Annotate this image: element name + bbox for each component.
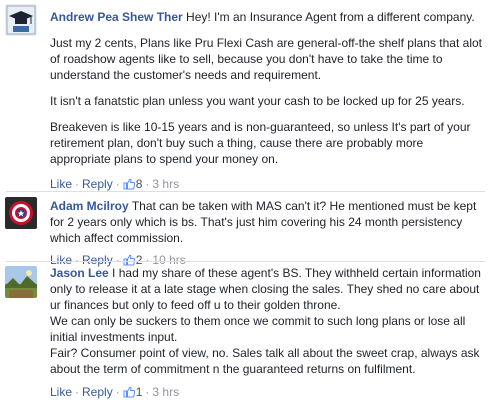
thumbs-up-icon: [123, 178, 135, 190]
comment-text: Hey! I'm an Insurance Agent from a diffe…: [186, 10, 475, 24]
thumbs-up-icon: [123, 386, 135, 398]
like-count[interactable]: 8: [123, 177, 142, 191]
comment-author[interactable]: Andrew Pea Shew Ther: [50, 10, 183, 24]
comment-text: initial investments input.: [50, 330, 178, 344]
comment-text: ur finances but only to feed off u to th…: [50, 298, 341, 312]
timestamp[interactable]: 3 hrs: [152, 385, 179, 399]
comment-text: about the term of commitment n the guara…: [50, 362, 416, 376]
comment-actions: Like · Reply · 1 · 3 hrs: [50, 385, 180, 399]
comment-text: which affect commission.: [50, 231, 184, 245]
comment-author[interactable]: Adam Mcilroy: [50, 199, 129, 213]
comment-text: retirement plan, don't buy such a thing,…: [50, 136, 424, 150]
comment-text: I had my share of these agent's BS. They…: [112, 266, 481, 280]
comment-text: of roadshow agents like to sell, because…: [50, 52, 443, 66]
like-link[interactable]: Like: [50, 177, 72, 191]
comment-text: It isn't a fanatstic plan unless you wan…: [50, 94, 465, 108]
reply-link[interactable]: Reply: [82, 385, 113, 399]
comment-text: for 2 years only which is bs. That's jus…: [50, 215, 463, 229]
like-link[interactable]: Like: [50, 385, 72, 399]
comment-text: Fair? Consumer point of view, no. Sales …: [50, 346, 480, 360]
comment-text: Breakeven is like 10-15 years and is non…: [50, 120, 471, 134]
comment-text: We can only be suckers to them once we c…: [50, 314, 466, 328]
comment-text: appropriate plans to spend your money on…: [50, 152, 279, 166]
comment-adam: Adam Mcilroy That can be taken with MAS …: [0, 192, 491, 267]
comment-text: That can be taken with MAS can't it? He …: [131, 199, 477, 213]
comment-andrew: Andrew Pea Shew Ther Hey! I'm an Insuran…: [0, 0, 491, 191]
comments-thread: Andrew Pea Shew Ther Hey! I'm an Insuran…: [0, 0, 491, 400]
comment-text: only to release it at a late stage when …: [50, 282, 480, 296]
shield-avatar-icon[interactable]: [5, 197, 37, 229]
reply-link[interactable]: Reply: [82, 177, 113, 191]
comment-jason: Jason Lee I had my share of these agent'…: [0, 262, 491, 400]
landscape-avatar-icon[interactable]: [5, 266, 37, 298]
comment-actions: Like · Reply · 8 · 3 hrs: [50, 177, 180, 191]
comment-text: understand the customer's needs and requ…: [50, 68, 322, 82]
like-count[interactable]: 1: [123, 385, 142, 399]
graduation-cap-avatar-icon[interactable]: [5, 4, 37, 36]
timestamp[interactable]: 3 hrs: [152, 177, 179, 191]
comment-author[interactable]: Jason Lee: [50, 266, 109, 280]
comment-text: Just my 2 cents, Plans like Pru Flexi Ca…: [50, 36, 482, 50]
